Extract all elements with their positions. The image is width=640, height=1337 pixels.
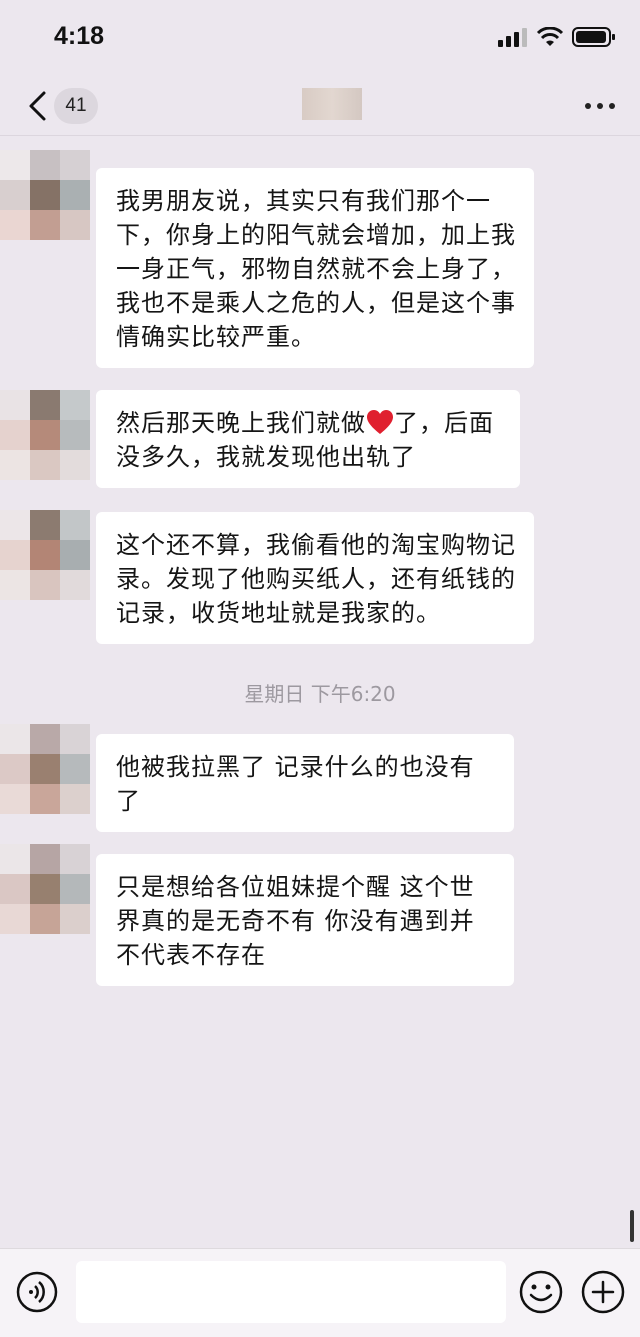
message-bubble[interactable]: 这个还不算，我偷看他的淘宝购物记录。发现了他购买纸人，还有纸钱的记录，收货地址就… (96, 512, 534, 644)
chevron-left-icon (29, 91, 46, 121)
message-input-bar (0, 1248, 640, 1337)
more-dot (585, 103, 591, 109)
voice-input-icon[interactable] (16, 1271, 58, 1313)
more-dot (609, 103, 615, 109)
message-text: 我男朋友说，其实只有我们那个一下，你身上的阳气就会增加，加上我一身正气，邪物自然… (116, 187, 516, 351)
contact-name-blurred (302, 88, 362, 120)
message-bubble[interactable]: 他被我拉黑了 记录什么的也没有了 (96, 734, 514, 832)
unread-count-badge: 41 (54, 88, 98, 124)
message-bubble[interactable]: 只是想给各位姐妹提个醒 这个世界真的是无奇不有 你没有遇到并不代表不存在 (96, 854, 514, 986)
plus-icon[interactable] (580, 1269, 626, 1315)
avatar[interactable] (0, 724, 90, 814)
wifi-icon (536, 27, 564, 46)
avatar[interactable] (0, 150, 90, 240)
message-timestamp: 星期日 下午6:20 (244, 682, 396, 706)
message-input[interactable] (76, 1261, 506, 1323)
message-text: 这个还不算，我偷看他的淘宝购物记录。发现了他购买纸人，还有纸钱的记录，收货地址就… (116, 531, 516, 627)
status-icons (498, 26, 616, 48)
avatar[interactable] (0, 510, 90, 600)
chat-header: 41 (0, 78, 640, 136)
more-dot (597, 103, 603, 109)
battery-icon (572, 27, 615, 47)
scrollbar-thumb[interactable] (630, 1210, 634, 1242)
heart-icon (367, 410, 393, 434)
status-time: 4:18 (54, 22, 105, 50)
back-button[interactable]: 41 (26, 86, 106, 126)
message-text-before: 然后那天晚上我们就做 (116, 409, 366, 437)
message-bubble[interactable]: 我男朋友说，其实只有我们那个一下，你身上的阳气就会增加，加上我一身正气，邪物自然… (96, 168, 534, 368)
signal-icon (498, 28, 527, 47)
avatar[interactable] (0, 844, 90, 934)
more-options-button[interactable] (580, 96, 620, 116)
message-bubble[interactable]: 然后那天晚上我们就做 了，后面没多久，我就发现他出轨了 (96, 390, 520, 488)
emoji-icon[interactable] (518, 1269, 564, 1315)
avatar[interactable] (0, 390, 90, 480)
status-bar: 4:18 (0, 0, 640, 78)
message-text: 只是想给各位姐妹提个醒 这个世界真的是无奇不有 你没有遇到并不代表不存在 (116, 873, 475, 969)
message-text: 他被我拉黑了 记录什么的也没有了 (116, 753, 475, 815)
